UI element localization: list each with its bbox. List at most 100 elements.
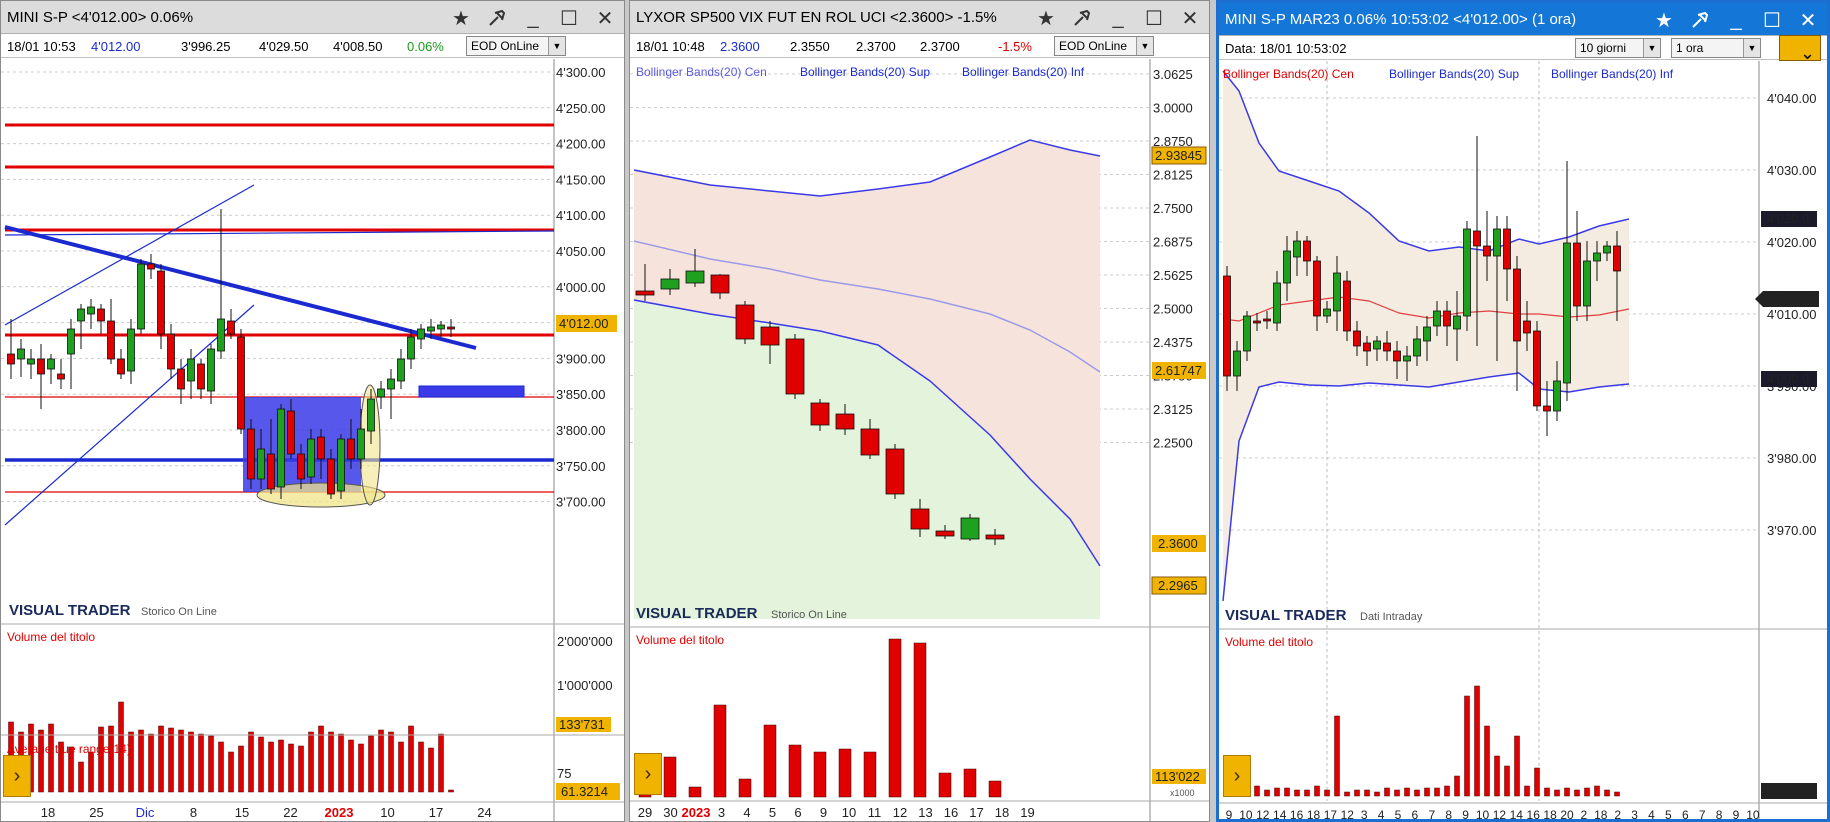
volume-bar[interactable] — [98, 726, 104, 793]
candle[interactable] — [77, 308, 85, 322]
chevron-down-icon[interactable]: ▼ — [1743, 39, 1760, 57]
price-chart-area[interactable]: Bollinger Bands(20) Cen Bollinger Bands(… — [630, 59, 1210, 822]
candle[interactable] — [835, 413, 855, 430]
interval-select[interactable]: 1 ora ▼ — [1671, 38, 1761, 58]
candle[interactable] — [37, 358, 45, 375]
candle[interactable] — [307, 438, 315, 478]
candle[interactable] — [1493, 228, 1501, 257]
volume-bar[interactable] — [1474, 685, 1480, 797]
volume-bar[interactable] — [1394, 789, 1400, 797]
candle[interactable] — [227, 320, 235, 335]
volume-bar[interactable] — [1574, 789, 1580, 797]
volume-bar[interactable] — [1524, 785, 1530, 797]
volume-bar[interactable] — [388, 731, 394, 793]
candle[interactable] — [137, 263, 145, 330]
candle[interactable] — [57, 373, 65, 380]
volume-bar[interactable] — [348, 739, 354, 793]
minimize-button[interactable]: _ — [1721, 6, 1751, 34]
volume-bar[interactable] — [1444, 785, 1450, 797]
volume-bar[interactable] — [1294, 789, 1300, 797]
volume-bar[interactable] — [663, 756, 677, 798]
volume-bar[interactable] — [938, 772, 952, 798]
candle[interactable] — [685, 270, 705, 284]
volume-bar[interactable] — [38, 729, 44, 793]
volume-bar[interactable] — [1544, 787, 1550, 797]
volume-bar[interactable] — [128, 731, 134, 793]
candle[interactable] — [1573, 242, 1581, 307]
candle[interactable] — [1433, 310, 1441, 327]
close-button[interactable]: ✕ — [1793, 6, 1823, 34]
chevron-down-icon[interactable]: ▼ — [548, 37, 565, 55]
volume-bar[interactable] — [1464, 695, 1470, 797]
volume-bar[interactable] — [368, 735, 374, 793]
volume-bar[interactable] — [438, 733, 444, 793]
candle[interactable] — [1323, 308, 1331, 317]
candle[interactable] — [1333, 272, 1341, 312]
candle[interactable] — [1343, 280, 1351, 332]
candle[interactable] — [1253, 320, 1261, 324]
candle[interactable] — [397, 358, 405, 382]
candle[interactable] — [710, 274, 730, 294]
volume-bar[interactable] — [813, 751, 827, 798]
candle[interactable] — [317, 436, 325, 460]
candle[interactable] — [247, 428, 255, 480]
candle[interactable] — [1273, 282, 1281, 324]
volume-bar[interactable] — [318, 725, 324, 793]
volume-bar[interactable] — [108, 725, 114, 793]
candle[interactable] — [87, 306, 95, 315]
candle[interactable] — [167, 333, 175, 370]
volume-bar[interactable] — [1364, 789, 1370, 797]
volume-bar[interactable] — [1374, 791, 1380, 797]
candle[interactable] — [157, 270, 165, 335]
chart-window-mini-sp-intraday[interactable]: MINI S-P MAR23 0.06% 10:53:02 <4'012.00>… — [1216, 0, 1830, 822]
star-icon[interactable]: ★ — [446, 4, 476, 32]
volume-bar[interactable] — [1304, 789, 1310, 797]
volume-bar[interactable] — [338, 733, 344, 793]
candle[interactable] — [1423, 326, 1431, 342]
navigate-button[interactable]: › — [1223, 755, 1251, 797]
tools-icon[interactable] — [1685, 6, 1715, 34]
candle[interactable] — [407, 336, 415, 360]
candle[interactable] — [1403, 355, 1411, 362]
volume-bar[interactable] — [408, 725, 414, 793]
volume-bar[interactable] — [158, 725, 164, 793]
target-box[interactable] — [418, 385, 525, 398]
volume-bar[interactable] — [1504, 765, 1510, 797]
volume-bar[interactable] — [1484, 725, 1490, 797]
volume-bar[interactable] — [1564, 787, 1570, 797]
candle[interactable] — [1523, 320, 1531, 334]
volume-bar[interactable] — [1414, 789, 1420, 797]
volume-bar[interactable] — [1554, 789, 1560, 797]
candle[interactable] — [1383, 342, 1391, 352]
close-button[interactable]: ✕ — [1175, 4, 1205, 32]
volume-bar[interactable] — [988, 780, 1002, 798]
volume-bar[interactable] — [1434, 787, 1440, 797]
candle[interactable] — [357, 428, 365, 460]
candle[interactable] — [257, 448, 265, 480]
candle[interactable] — [1283, 250, 1291, 284]
collapse-button[interactable]: ⌄ — [1779, 35, 1821, 63]
candle[interactable] — [127, 328, 135, 372]
volume-bar[interactable] — [138, 729, 144, 793]
volume-bar[interactable] — [1354, 789, 1360, 797]
volume-bar[interactable] — [763, 724, 777, 798]
volume-bar[interactable] — [1384, 787, 1390, 797]
candle[interactable] — [347, 438, 355, 460]
volume-bar[interactable] — [1424, 787, 1430, 797]
tools-icon[interactable] — [482, 4, 512, 32]
candle[interactable] — [277, 408, 285, 488]
volume-bar[interactable] — [298, 745, 304, 793]
candle[interactable] — [287, 410, 295, 455]
candle[interactable] — [1543, 405, 1551, 412]
volume-bar[interactable] — [1344, 791, 1350, 797]
candle[interactable] — [197, 363, 205, 390]
candle[interactable] — [377, 388, 385, 398]
volume-bar[interactable] — [428, 747, 434, 793]
candle[interactable] — [297, 453, 305, 480]
volume-bar[interactable] — [378, 729, 384, 793]
navigate-button[interactable]: › — [3, 755, 31, 797]
candle[interactable] — [1553, 380, 1561, 412]
volume-bar[interactable] — [188, 731, 194, 793]
chevron-down-icon[interactable]: ▼ — [1643, 39, 1660, 57]
volume-bar[interactable] — [1264, 789, 1270, 797]
